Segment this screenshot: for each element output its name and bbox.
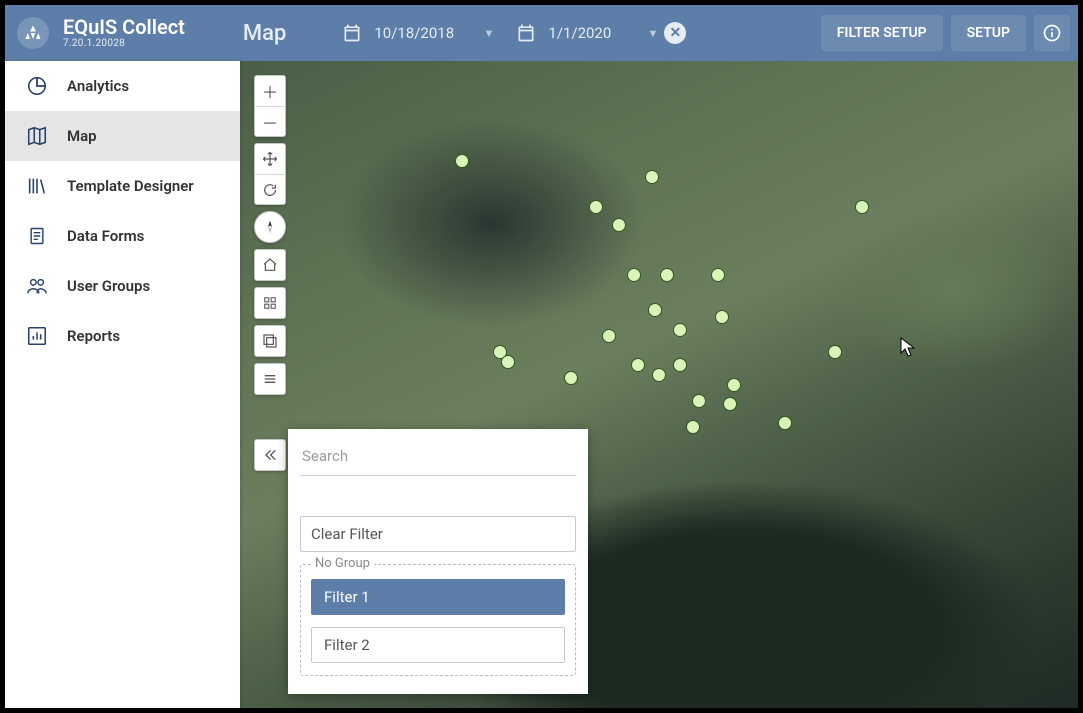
date-start-field[interactable]: 10/18/2018 ▼ — [374, 24, 494, 42]
filter-row-1[interactable]: Filter 1 — [311, 579, 565, 615]
cursor-icon — [900, 337, 916, 362]
filter-group: No Group Filter 1 Filter 2 — [300, 564, 576, 676]
sidebar: Analytics Map Template Designer Data For… — [5, 61, 240, 708]
search-placeholder: Search — [302, 447, 348, 465]
brand-version: 7.20.1.20028 — [63, 39, 185, 49]
map-marker[interactable] — [455, 154, 469, 168]
date-end-value: 1/1/2020 — [548, 24, 611, 42]
grid-button[interactable] — [255, 288, 285, 318]
filter-setup-button[interactable]: FILTER SETUP — [821, 15, 943, 51]
setup-button[interactable]: SETUP — [951, 15, 1026, 51]
compass-button[interactable] — [254, 211, 286, 243]
home-button[interactable] — [255, 250, 285, 280]
filter-row-label: Filter 1 — [324, 588, 370, 606]
date-clear-button[interactable]: ✕ — [664, 22, 686, 44]
layers-button[interactable] — [255, 326, 285, 356]
map-marker[interactable] — [564, 371, 578, 385]
panel-collapse-button[interactable] — [254, 439, 286, 471]
map-marker[interactable] — [660, 268, 674, 282]
map-marker[interactable] — [612, 218, 626, 232]
map-marker[interactable] — [711, 268, 725, 282]
map-marker[interactable] — [723, 397, 737, 411]
map-marker[interactable] — [652, 368, 666, 382]
sidebar-item-reports[interactable]: Reports — [5, 311, 240, 361]
app-header: EQuIS Collect 7.20.1.20028 Map 10/18/201… — [5, 5, 1078, 61]
map-marker[interactable] — [686, 420, 700, 434]
filter-panel: Search Clear Filter No Group Filter 1 Fi… — [288, 429, 588, 694]
map-marker[interactable] — [673, 358, 687, 372]
sidebar-item-label: Data Forms — [67, 227, 144, 245]
rotate-button[interactable] — [255, 174, 285, 204]
map-marker[interactable] — [501, 355, 515, 369]
calendar-start-icon[interactable] — [334, 15, 370, 51]
map-icon — [23, 125, 51, 147]
legend-button[interactable] — [255, 364, 285, 394]
filter-search-input[interactable]: Search — [300, 441, 576, 476]
bar-chart-icon — [23, 325, 51, 347]
pan-button[interactable] — [255, 144, 285, 174]
map-canvas[interactable]: ＋ － — [240, 61, 1078, 708]
brand-name: EQuIS Collect — [63, 17, 185, 37]
sidebar-item-analytics[interactable]: Analytics — [5, 61, 240, 111]
sidebar-item-label: Template Designer — [67, 177, 194, 195]
brand: EQuIS Collect 7.20.1.20028 — [5, 17, 185, 49]
filter-row-2[interactable]: Filter 2 — [311, 627, 565, 663]
map-marker[interactable] — [627, 268, 641, 282]
dropdown-caret-icon: ▼ — [483, 27, 494, 40]
sidebar-item-label: Reports — [67, 327, 120, 345]
sidebar-item-label: Analytics — [67, 77, 129, 95]
map-marker[interactable] — [648, 303, 662, 317]
form-icon — [23, 225, 51, 247]
dropdown-caret-icon: ▼ — [647, 27, 658, 40]
date-end-field[interactable]: 1/1/2020 ▼ — [548, 24, 658, 42]
map-marker[interactable] — [602, 329, 616, 343]
clear-filter-label: Clear Filter — [311, 525, 383, 543]
brand-icon — [17, 17, 49, 49]
page-title: Map — [243, 21, 286, 46]
sidebar-item-label: User Groups — [67, 277, 150, 295]
filter-group-label: No Group — [311, 556, 374, 571]
date-start-value: 10/18/2018 — [374, 24, 454, 42]
map-marker[interactable] — [778, 416, 792, 430]
filter-row-label: Filter 2 — [324, 636, 370, 654]
sidebar-item-data-forms[interactable]: Data Forms — [5, 211, 240, 261]
map-marker[interactable] — [645, 170, 659, 184]
sidebar-item-map[interactable]: Map — [5, 111, 240, 161]
map-marker[interactable] — [692, 394, 706, 408]
zoom-in-button[interactable]: ＋ — [255, 76, 285, 106]
map-marker[interactable] — [673, 323, 687, 337]
map-marker[interactable] — [828, 345, 842, 359]
users-icon — [23, 275, 51, 297]
clear-filter-button[interactable]: Clear Filter — [300, 516, 576, 552]
map-toolbar: ＋ － — [254, 75, 286, 395]
map-marker[interactable] — [589, 200, 603, 214]
sidebar-item-template-designer[interactable]: Template Designer — [5, 161, 240, 211]
calendar-end-icon[interactable] — [508, 15, 544, 51]
info-button[interactable] — [1034, 15, 1070, 51]
pie-chart-icon — [23, 75, 51, 97]
books-icon — [23, 175, 51, 197]
sidebar-item-user-groups[interactable]: User Groups — [5, 261, 240, 311]
map-marker[interactable] — [727, 378, 741, 392]
sidebar-item-label: Map — [67, 127, 97, 145]
zoom-out-button[interactable]: － — [255, 106, 285, 136]
map-marker[interactable] — [631, 358, 645, 372]
map-marker[interactable] — [715, 310, 729, 324]
map-marker[interactable] — [855, 200, 869, 214]
